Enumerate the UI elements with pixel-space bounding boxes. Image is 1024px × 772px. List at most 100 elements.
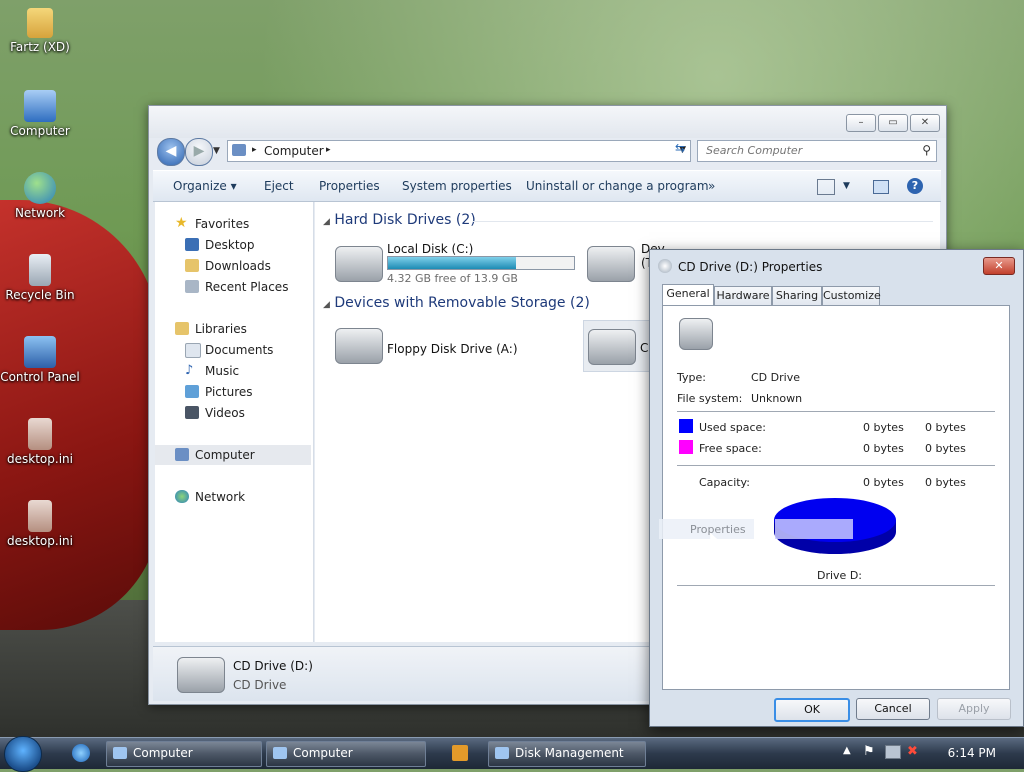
address-row: ◀ ▶ ▼ ▸ Computer ▸ ▼ ⇆ ⚲	[157, 136, 937, 166]
internet-explorer-icon[interactable]	[72, 744, 90, 762]
breadcrumb-computer[interactable]: Computer	[264, 144, 324, 158]
nav-libraries[interactable]: Libraries	[155, 319, 311, 339]
close-button[interactable]: ✕	[910, 114, 940, 132]
media-player-icon[interactable]	[452, 745, 468, 761]
desktop-icon-label: desktop.ini	[7, 452, 73, 466]
uninstall-button[interactable]: Uninstall or change a program	[526, 179, 709, 193]
eject-button[interactable]: Eject	[264, 179, 294, 193]
free-space-bytes: 0 bytes	[863, 442, 904, 455]
nav-documents[interactable]: Documents	[155, 340, 311, 360]
preview-pane-icon[interactable]	[873, 180, 889, 194]
search-input[interactable]	[704, 143, 908, 158]
desktop-icon-fartz[interactable]: Fartz (XD)	[0, 8, 80, 54]
nav-label: Favorites	[195, 217, 250, 231]
nav-computer[interactable]: Computer	[155, 445, 311, 465]
nav-network[interactable]: Network	[155, 487, 311, 507]
search-box[interactable]: ⚲	[697, 140, 937, 162]
taskbar-item-disk-management[interactable]: Disk Management	[488, 741, 646, 767]
collapse-arrow-icon[interactable]: ◢	[323, 217, 330, 227]
clock[interactable]: 6:14 PM	[948, 746, 996, 760]
ok-button[interactable]: OK	[774, 698, 850, 722]
desktop-icon-desktop-ini-2[interactable]: desktop.ini	[0, 500, 80, 548]
help-icon[interactable]: ?	[907, 178, 923, 194]
taskbar-item-computer-1[interactable]: Computer	[106, 741, 262, 767]
system-properties-button[interactable]: System properties	[402, 179, 512, 193]
details-type: CD Drive	[233, 678, 287, 692]
search-icon[interactable]: ⚲	[922, 143, 931, 157]
documents-icon	[185, 343, 201, 358]
nav-label: Music	[205, 364, 240, 378]
nav-label: Recent Places	[205, 280, 289, 294]
breadcrumb-separator[interactable]: ▸	[252, 145, 257, 155]
maximize-button[interactable]: ▭	[878, 114, 908, 132]
desktop-icon-computer[interactable]: Computer	[0, 90, 80, 138]
address-bar[interactable]: ▸ Computer ▸ ▼	[227, 140, 691, 162]
action-center-flag-icon[interactable]: ⚑	[863, 744, 875, 759]
start-button[interactable]	[4, 736, 42, 772]
desktop-icon-network[interactable]: Network	[0, 172, 80, 220]
separator	[677, 465, 995, 466]
desktop-icon-recycle-bin[interactable]: Recycle Bin	[0, 254, 80, 302]
show-hidden-icons-icon[interactable]: ▲	[843, 745, 851, 756]
group-divider	[473, 221, 933, 222]
collapse-arrow-icon[interactable]: ◢	[323, 300, 330, 310]
more-commands-button[interactable]: »	[708, 179, 715, 193]
dialog-title: CD Drive (D:) Properties	[678, 260, 823, 274]
back-button[interactable]: ◀	[157, 138, 185, 166]
taskbar-item-computer-2[interactable]: Computer	[266, 741, 426, 767]
tab-general[interactable]: General	[662, 284, 714, 305]
desktop-icon-desktop-ini-1[interactable]: desktop.ini	[0, 418, 80, 466]
drive-cd-d-selected[interactable]: C	[583, 320, 655, 372]
taskbar: Computer Computer Disk Management ▲ ⚑ ✖ …	[0, 736, 1024, 772]
volume-muted-icon[interactable]: ✖	[907, 744, 918, 759]
nav-pictures[interactable]: Pictures	[155, 382, 311, 402]
tab-customize[interactable]: Customize	[822, 286, 881, 305]
apply-button[interactable]: Apply	[937, 698, 1011, 720]
network-status-icon[interactable]	[885, 745, 901, 759]
window-controls: – ▭ ✕	[846, 114, 940, 132]
desktop-icon-control-panel[interactable]: Control Panel	[0, 336, 80, 384]
cd-drive-icon	[588, 329, 636, 365]
nav-videos[interactable]: Videos	[155, 403, 311, 423]
nav-favorites[interactable]: ★ Favorites	[155, 214, 311, 234]
nav-desktop[interactable]: Desktop	[155, 235, 311, 255]
downloads-folder-icon	[185, 259, 199, 272]
nav-label: Downloads	[205, 259, 271, 273]
nav-recent-places[interactable]: Recent Places	[155, 277, 311, 297]
nav-downloads[interactable]: Downloads	[155, 256, 311, 276]
tab-sharing[interactable]: Sharing	[772, 286, 822, 305]
properties-dialog: CD Drive (D:) Properties ✕ General Hardw…	[649, 249, 1024, 727]
group-title: Devices with Removable Storage (2)	[334, 295, 590, 311]
refresh-icon[interactable]: ⇆	[669, 141, 691, 159]
navigation-pane: ★ Favorites Desktop Downloads Recent Pla…	[155, 202, 314, 642]
free-space-size: 0 bytes	[925, 442, 966, 455]
computer-icon	[113, 747, 127, 759]
properties-button[interactable]: Properties	[319, 179, 380, 193]
cd-icon	[658, 259, 672, 273]
organize-button[interactable]: Organize ▾	[173, 179, 237, 193]
group-hard-disk-drives[interactable]: ◢ Hard Disk Drives (2)	[323, 212, 933, 228]
drive-name: Local Disk (C:)	[387, 242, 474, 256]
nav-music[interactable]: ♪ Music	[155, 361, 311, 381]
cancel-button[interactable]: Cancel	[856, 698, 930, 720]
dialog-close-button[interactable]: ✕	[983, 257, 1015, 275]
explorer-titlebar[interactable]	[149, 106, 946, 138]
minimize-button[interactable]: –	[846, 114, 876, 132]
general-panel: Type: CD Drive File system: Unknown Used…	[659, 305, 1010, 690]
view-dropdown-icon[interactable]: ▼	[843, 181, 850, 191]
star-icon: ★	[175, 215, 188, 231]
separator	[677, 411, 995, 412]
breadcrumb-separator[interactable]: ▸	[326, 145, 331, 155]
forward-button[interactable]: ▶	[185, 138, 213, 166]
taskbar-item-label: Computer	[133, 746, 193, 760]
floppy-drive-icon	[335, 328, 383, 364]
drive-usage-bar	[387, 256, 575, 270]
recent-pages-dropdown[interactable]: ▼	[213, 146, 220, 156]
drive-floppy-a[interactable]: Floppy Disk Drive (A:)	[335, 322, 535, 368]
view-options-icon[interactable]	[817, 179, 835, 195]
group-removable-storage[interactable]: ◢ Devices with Removable Storage (2)	[323, 295, 590, 311]
drive-local-disk-c[interactable]: Local Disk (C:) 4.32 GB free of 13.9 GB	[335, 238, 585, 285]
cd-drive-icon	[679, 318, 713, 350]
file-system-label: File system:	[677, 392, 743, 405]
tab-hardware[interactable]: Hardware	[714, 286, 772, 305]
